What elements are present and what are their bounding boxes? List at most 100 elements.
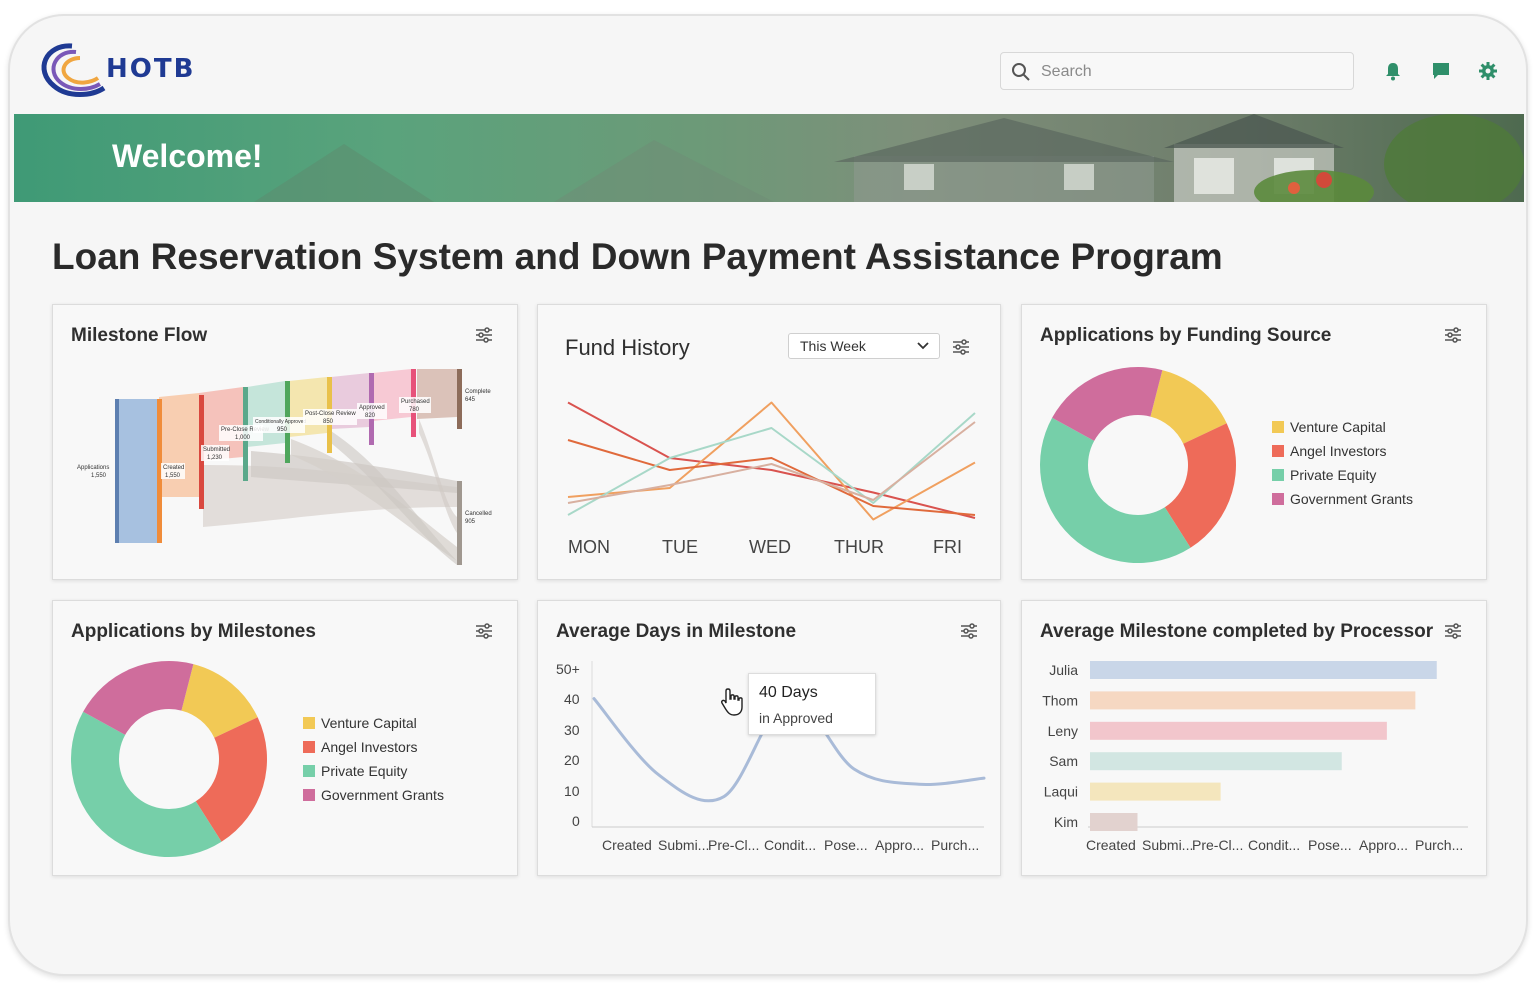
search-input[interactable]: Search xyxy=(1000,52,1354,90)
legend-swatch xyxy=(303,741,315,753)
processor-bar[interactable] xyxy=(1090,782,1221,801)
sankey-value-cond-approved: 950 xyxy=(277,427,288,433)
sankey-label-purchased: Purchased xyxy=(401,399,430,405)
fund-series-line-2 xyxy=(567,439,976,516)
welcome-heading: Welcome! xyxy=(112,138,263,174)
processor-bar[interactable] xyxy=(1090,661,1437,679)
page-title: Loan Reservation System and Down Payment… xyxy=(52,236,1223,277)
x-tick-label: Purch... xyxy=(931,837,980,853)
search-placeholder: Search xyxy=(1041,63,1092,80)
processor-bar[interactable] xyxy=(1090,813,1138,831)
sankey-value-complete: 645 xyxy=(465,397,476,403)
legend-label: Government Grants xyxy=(321,787,444,803)
x-tick-label: Appro... xyxy=(875,837,925,853)
x-tick-label: Appro... xyxy=(1359,837,1409,853)
x-tick-label: Pre-Cl... xyxy=(708,837,760,853)
card-title: Applications by Milestones xyxy=(71,621,316,642)
x-tick-label: Submi... xyxy=(658,837,710,853)
hand-cursor-icon xyxy=(721,688,743,716)
x-tick-label: Purch... xyxy=(1415,837,1464,853)
legend-item: Private Equity xyxy=(303,759,444,783)
sankey-value-created: 1,550 xyxy=(165,473,181,479)
legend-swatch xyxy=(1272,493,1284,505)
chat-icon[interactable] xyxy=(1430,60,1452,82)
legend-item: Private Equity xyxy=(1272,463,1413,487)
milestones-donut xyxy=(71,661,267,857)
processor-bar-chart: Julia Thom Leny Sam Laqui Kim xyxy=(1042,661,1468,831)
sankey-label-post-close: Post-Close Review xyxy=(305,411,356,417)
legend-swatch xyxy=(303,717,315,729)
by-milestones-card: Applications by Milestones Venture Capit… xyxy=(52,600,518,876)
sankey-label-created: Created xyxy=(163,465,184,471)
x-tick-label: FRI xyxy=(933,537,962,557)
sankey-label-submitted: Submitted xyxy=(203,447,230,453)
legend-item: Venture Capital xyxy=(303,711,444,735)
legend-label: Angel Investors xyxy=(1290,443,1387,459)
x-tick-label: Pre-Cl... xyxy=(1192,837,1244,853)
milestone-flow-card: Milestone Flow Applications 1,550 Create… xyxy=(52,304,518,580)
processor-name-label: Kim xyxy=(1054,814,1078,830)
bell-icon[interactable] xyxy=(1382,60,1404,82)
legend-item: Venture Capital xyxy=(1272,415,1413,439)
processor-name-label: Laqui xyxy=(1044,784,1078,800)
legend-item: Angel Investors xyxy=(1272,439,1413,463)
funding-source-donut xyxy=(1040,367,1236,563)
funding-source-card: Applications by Funding Source Venture C… xyxy=(1021,304,1487,580)
sankey-label-complete: Complete xyxy=(465,389,491,395)
legend-swatch xyxy=(303,765,315,777)
legend-swatch xyxy=(1272,421,1284,433)
processor-name-label: Thom xyxy=(1042,692,1078,708)
legend-label: Angel Investors xyxy=(321,739,418,755)
avg-days-chart xyxy=(591,661,986,828)
sankey-value-cancelled: 905 xyxy=(465,519,476,525)
tooltip-value: 40 Days xyxy=(759,684,818,701)
sankey-value-submitted: 1,230 xyxy=(207,455,223,461)
search-icon xyxy=(1012,63,1030,81)
x-tick-label: Created xyxy=(602,837,652,853)
sankey-label-applications: Applications xyxy=(77,465,109,471)
processor-bar[interactable] xyxy=(1090,752,1342,771)
filter-settings-icon[interactable] xyxy=(475,623,493,639)
x-tick-label: MON xyxy=(568,537,610,557)
sankey-value-pre-close: 1,000 xyxy=(235,435,251,441)
legend-label: Government Grants xyxy=(1290,491,1413,507)
x-tick-label: Pose... xyxy=(1308,837,1352,853)
filter-settings-icon[interactable] xyxy=(475,327,493,343)
processor-bar[interactable] xyxy=(1090,721,1387,740)
processor-name-label: Julia xyxy=(1049,662,1078,678)
gear-icon[interactable] xyxy=(1477,60,1499,82)
sankey-value-approved: 820 xyxy=(365,413,376,419)
avg-days-card: Average Days in Milestone 50+ 40 30 20 1… xyxy=(537,600,1001,876)
processor-bar[interactable] xyxy=(1090,691,1416,710)
processor-name-label: Sam xyxy=(1049,753,1078,769)
x-tick-label: Submi... xyxy=(1142,837,1194,853)
x-tick-label: WED xyxy=(749,537,791,557)
x-tick-label: Condit... xyxy=(764,837,817,853)
x-tick-label: THUR xyxy=(834,537,884,557)
donut-slice-2[interactable] xyxy=(71,711,222,857)
donut-slice-2[interactable] xyxy=(1040,417,1191,563)
legend-swatch xyxy=(303,789,315,801)
card-title: Milestone Flow xyxy=(71,325,208,346)
sankey-chart: Applications 1,550 Created 1,550 Submitt… xyxy=(77,369,492,565)
chart-tooltip: 40 Days in Approved xyxy=(748,673,876,735)
hotb-logo[interactable]: HOTB xyxy=(32,40,222,102)
app-frame: HOTB Search Welcome! Loan Reservation Sy… xyxy=(8,14,1528,976)
legend-label: Private Equity xyxy=(1290,467,1377,483)
processor-name-label: Leny xyxy=(1048,723,1078,739)
funding-source-legend: Venture Capital Angel Investors Private … xyxy=(1272,415,1413,511)
sankey-label-cancelled: Cancelled xyxy=(465,511,492,517)
legend-swatch xyxy=(1272,469,1284,481)
sankey-value-post-close: 850 xyxy=(323,419,334,425)
filter-settings-icon[interactable] xyxy=(1444,327,1462,343)
legend-item: Government Grants xyxy=(303,783,444,807)
sankey-value-applications: 1,550 xyxy=(91,473,107,479)
legend-item: Angel Investors xyxy=(303,735,444,759)
tooltip-label: in Approved xyxy=(759,710,833,726)
legend-swatch xyxy=(1272,445,1284,457)
sankey-label-approved: Approved xyxy=(359,405,385,411)
logo-swoosh-icon xyxy=(41,43,106,97)
x-tick-label: Condit... xyxy=(1248,837,1301,853)
legend-label: Venture Capital xyxy=(321,715,417,731)
x-tick-label: Created xyxy=(1086,837,1136,853)
